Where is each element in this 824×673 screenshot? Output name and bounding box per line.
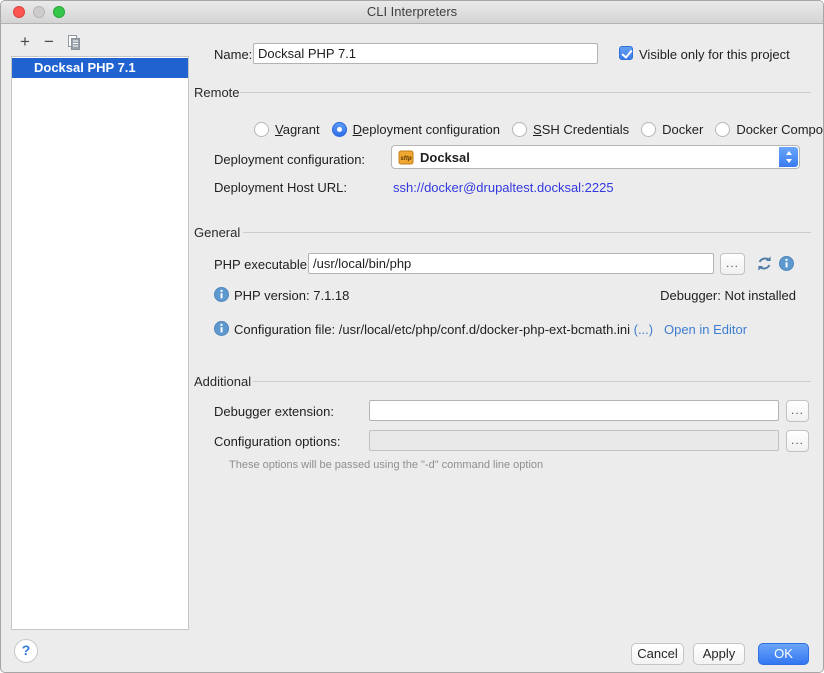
php-version-info-icon (214, 287, 229, 305)
info-circle-icon (779, 256, 794, 271)
remote-radio-group: Vagrant Deployment configuration SSH Crede… (254, 120, 823, 138)
add-interpreter-button[interactable]: + (15, 32, 35, 52)
title-bar: CLI Interpreters (1, 1, 823, 24)
deployment-host-url-label: Deployment Host URL: (214, 180, 347, 196)
visible-only-checkbox[interactable] (619, 46, 633, 60)
radio-button-icon (512, 122, 527, 137)
debugger-status-text: Debugger: Not installed (660, 288, 796, 304)
debugger-extension-input[interactable] (369, 400, 779, 421)
options-hint-text: These options will be passed using the "… (229, 459, 543, 471)
cli-interpreters-dialog: CLI Interpreters + − Docksal PHP 7.1 Nam… (0, 0, 824, 673)
debugger-extension-label: Debugger extension: (214, 404, 334, 420)
radio-button-icon (254, 122, 269, 137)
show-phpinfo-button[interactable] (779, 256, 794, 274)
radio-option-label: Docker (662, 122, 703, 137)
configuration-options-label: Configuration options: (214, 434, 340, 450)
help-button[interactable]: ? (14, 639, 38, 663)
list-item-interpreter[interactable]: Docksal PHP 7.1 (12, 58, 188, 78)
spacer (657, 322, 661, 337)
plus-icon: + (20, 32, 30, 51)
php-version-text: PHP version: 7.1.18 (234, 288, 349, 304)
radio-option-vagrant[interactable]: Vagrant (254, 122, 320, 137)
reload-phpinfo-button[interactable] (756, 255, 773, 275)
deployment-configuration-value: Docksal (420, 150, 470, 165)
remove-interpreter-button[interactable]: − (39, 32, 59, 52)
chevron-up-down-icon[interactable] (779, 147, 798, 167)
sftp-badge-icon: sftp (398, 150, 414, 165)
radio-option-docker[interactable]: Docker (641, 122, 703, 137)
question-mark-icon: ? (22, 642, 31, 658)
configuration-options-input[interactable] (369, 430, 779, 451)
radio-button-icon (641, 122, 656, 137)
radio-option-label: Docker Compose (736, 122, 823, 137)
radio-option-deployment-configuration[interactable]: Deployment configuration (332, 122, 500, 137)
remote-section-header: Remote (194, 85, 240, 100)
open-in-editor-link[interactable]: Open in Editor (664, 322, 747, 337)
additional-section-divider (253, 381, 811, 382)
chevron-up-icon (786, 151, 792, 155)
general-section-header: General (194, 225, 240, 240)
visible-only-label: Visible only for this project (639, 47, 790, 63)
radio-button-icon (715, 122, 730, 137)
radio-option-ssh-credentials[interactable]: SSH Credentials (512, 122, 629, 137)
interpreter-list: Docksal PHP 7.1 (11, 56, 189, 630)
php-executable-browse-button[interactable]: ... (720, 253, 745, 275)
radio-option-label: Deployment configuration (353, 122, 500, 137)
php-executable-input[interactable] (308, 253, 714, 274)
radio-option-docker-compose[interactable]: Docker Compose (715, 122, 823, 137)
cancel-button[interactable]: Cancel (631, 643, 684, 665)
ok-button[interactable]: OK (758, 643, 809, 665)
configuration-file-text: Configuration file: /usr/local/etc/php/c… (234, 322, 630, 337)
name-label: Name: (214, 47, 252, 63)
chevron-down-icon (786, 159, 792, 163)
duplicate-interpreter-button[interactable] (63, 34, 83, 54)
apply-button[interactable]: Apply (693, 643, 745, 665)
duplicate-pages-icon (65, 34, 82, 51)
debugger-extension-browse-button[interactable]: ... (786, 400, 809, 422)
window-title: CLI Interpreters (1, 4, 823, 19)
radio-option-label: SSH Credentials (533, 122, 629, 137)
deployment-configuration-select[interactable]: sftp Docksal (391, 145, 800, 169)
radio-option-label: Vagrant (275, 122, 320, 137)
minus-icon: − (44, 32, 54, 51)
deployment-configuration-label: Deployment configuration: (214, 152, 365, 168)
deployment-host-url-link[interactable]: ssh://docker@drupaltest.docksal:2225 (393, 180, 614, 196)
name-input[interactable] (253, 43, 598, 64)
expand-path-link[interactable]: (...) (634, 322, 654, 337)
php-executable-label: PHP executable: (214, 257, 311, 273)
radio-button-icon (332, 122, 347, 137)
additional-section-header: Additional (194, 374, 251, 389)
sync-arrows-icon (756, 255, 773, 272)
svg-text:sftp: sftp (400, 155, 412, 162)
config-file-info-icon (214, 321, 229, 339)
configuration-options-browse-button[interactable]: ... (786, 430, 809, 452)
general-section-divider (243, 232, 811, 233)
remote-section-divider (240, 92, 811, 93)
